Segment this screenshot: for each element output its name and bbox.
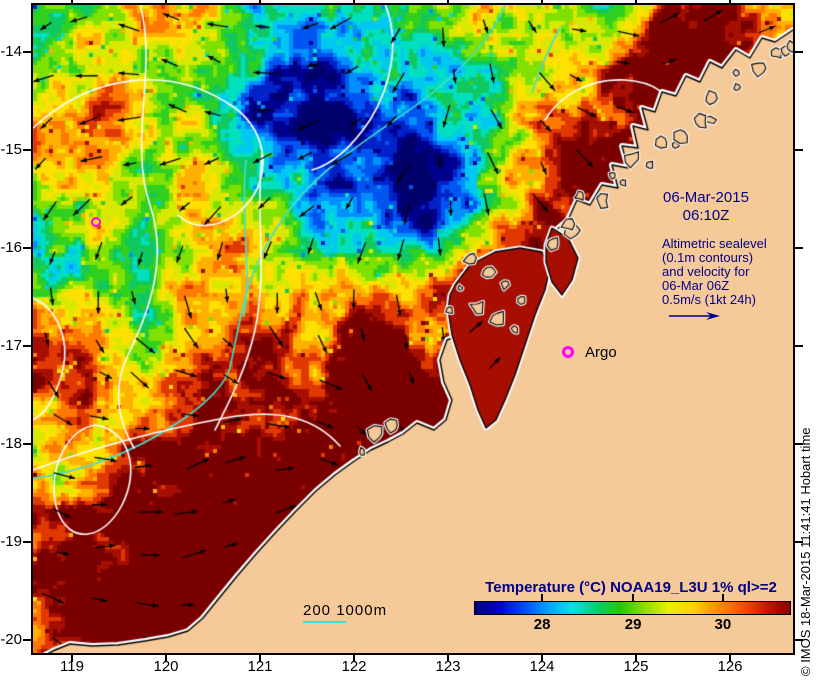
lon-tick-label: 126 bbox=[717, 658, 743, 675]
altimetric-annotation: Altimetric sealevel (0.1m contours) and … bbox=[662, 237, 767, 307]
lat-tick-left bbox=[23, 541, 31, 543]
lon-tick-top bbox=[635, 0, 637, 4]
lon-tick-label: 123 bbox=[435, 658, 461, 675]
datetime-line2: 06:10Z bbox=[682, 207, 730, 224]
lon-tick-label: 121 bbox=[247, 658, 273, 675]
lat-tick-right bbox=[795, 149, 803, 151]
altimetric-line: 0.5m/s (1kt 24h) bbox=[662, 292, 756, 307]
altimetric-line: Altimetric sealevel bbox=[662, 236, 767, 251]
colorbar-title: Temperature (°C) NOAA19_L3U 1% ql>=2 bbox=[485, 579, 777, 596]
datetime-line1: 06-Mar-2015 bbox=[663, 189, 749, 206]
lat-tick-left bbox=[23, 149, 31, 151]
lat-tick-left bbox=[23, 345, 31, 347]
colorbar-tick bbox=[632, 594, 635, 601]
lon-tick-label: 122 bbox=[341, 658, 367, 675]
lat-tick-right bbox=[795, 247, 803, 249]
sst-map-canvas bbox=[33, 5, 793, 653]
altimetric-line: and velocity for bbox=[662, 264, 750, 279]
argo-label: Argo bbox=[585, 344, 617, 361]
copyright-text: © IMOS 18-Mar-2015 11:41:41 Hobart time bbox=[798, 427, 813, 676]
datetime-annotation: 06-Mar-2015 06:10Z bbox=[630, 189, 782, 225]
colorbar-tick-label: 29 bbox=[624, 616, 642, 633]
lat-tick-left bbox=[23, 639, 31, 641]
colorbar-tick-label: 30 bbox=[714, 616, 732, 633]
lon-tick-top bbox=[541, 0, 543, 4]
lat-tick-label: -17 bbox=[0, 337, 22, 354]
lon-tick-label: 119 bbox=[60, 658, 84, 675]
lon-tick-top bbox=[71, 0, 73, 4]
lat-tick-label: -15 bbox=[0, 141, 22, 158]
lat-tick-label: -16 bbox=[0, 239, 22, 256]
lat-tick-label: -19 bbox=[0, 533, 22, 550]
lon-tick-top bbox=[165, 0, 167, 4]
lon-tick-label: 125 bbox=[623, 658, 649, 675]
velocity-scale-arrow-icon bbox=[669, 312, 720, 320]
lon-tick-top bbox=[447, 0, 449, 4]
lon-tick-top bbox=[353, 0, 355, 4]
lon-tick-label: 120 bbox=[153, 658, 179, 675]
lat-tick-right bbox=[795, 51, 803, 53]
argo-marker-icon bbox=[562, 346, 574, 358]
lat-tick-left bbox=[23, 443, 31, 445]
argo-marker-2-icon bbox=[91, 217, 101, 227]
colorbar-tick bbox=[541, 594, 544, 601]
altimetric-line: 06-Mar 06Z bbox=[662, 278, 730, 293]
lon-tick-top bbox=[729, 0, 731, 4]
lat-tick-left bbox=[23, 51, 31, 53]
lon-tick-top bbox=[259, 0, 261, 4]
lat-tick-label: -14 bbox=[0, 43, 22, 60]
lat-tick-label: -18 bbox=[0, 435, 22, 452]
depth-scale-line bbox=[303, 621, 346, 623]
lat-tick-right bbox=[795, 345, 803, 347]
depth-scale-label: 200 1000m bbox=[303, 602, 388, 619]
altimetric-line: (0.1m contours) bbox=[662, 250, 754, 265]
colorbar-tick-label: 28 bbox=[533, 616, 551, 633]
lat-tick-left bbox=[23, 247, 31, 249]
colorbar-tick bbox=[721, 594, 724, 601]
lon-tick-label: 124 bbox=[529, 658, 555, 675]
lat-tick-label: -20 bbox=[0, 631, 22, 648]
colorbar-gradient bbox=[474, 601, 791, 615]
sst-map-figure: 119 120 121 122 123 124 125 126 -14 -15 -16 -17 -18 -… bbox=[0, 0, 820, 680]
